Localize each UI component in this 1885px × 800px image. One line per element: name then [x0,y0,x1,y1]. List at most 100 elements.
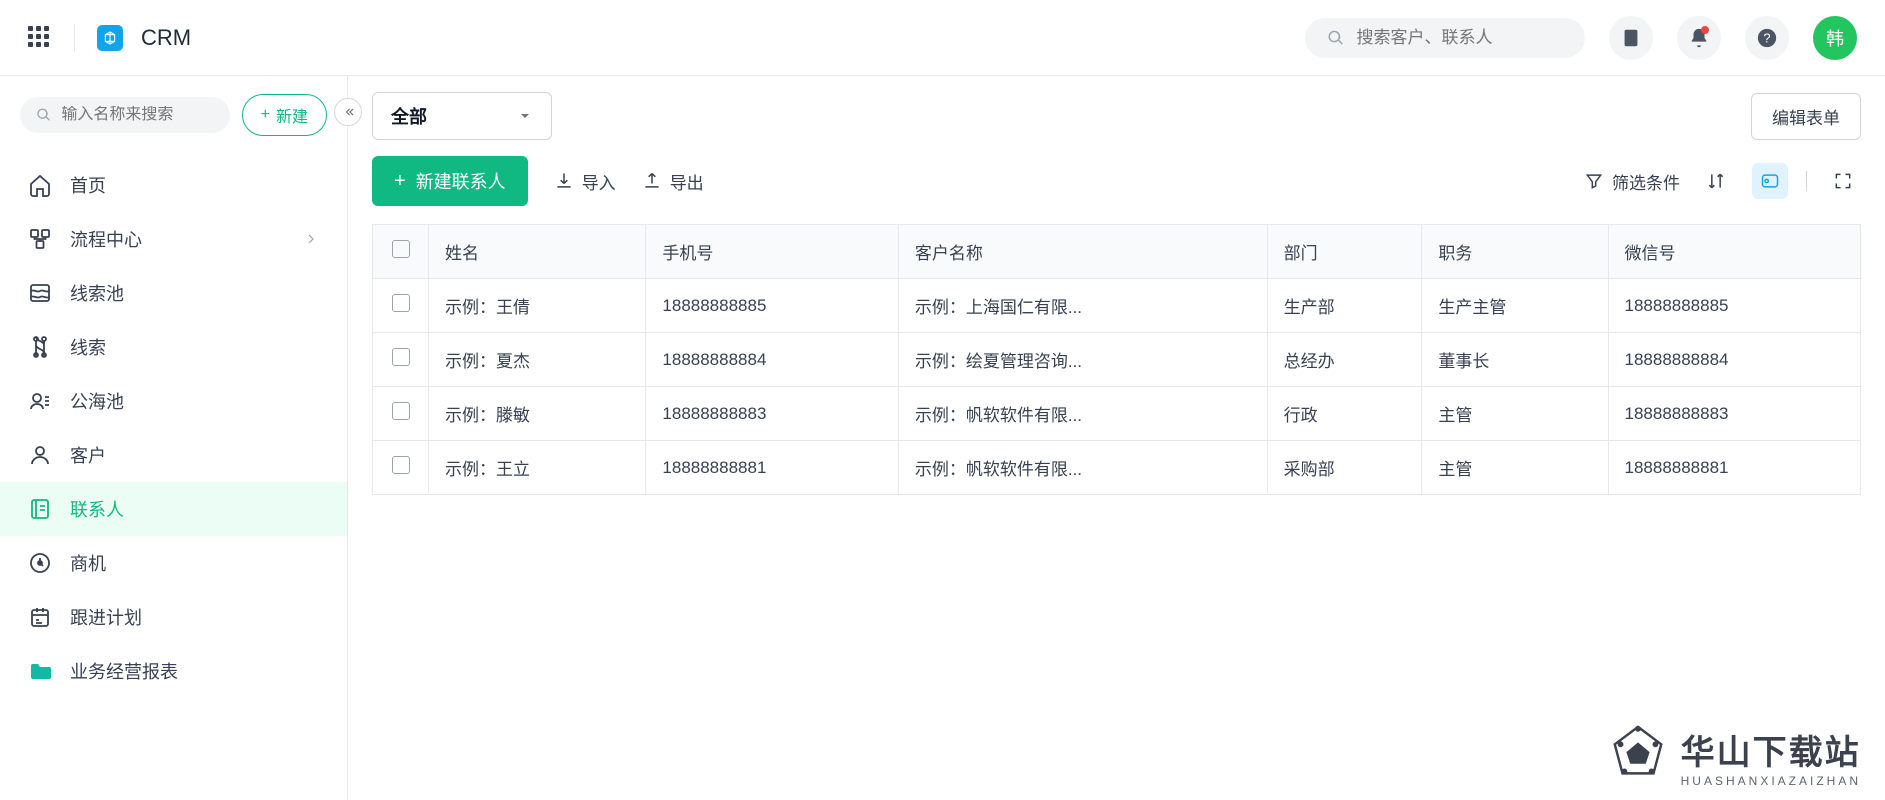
new-contact-label: 新建联系人 [416,168,506,194]
filter-icon [1584,171,1604,191]
filter-label: 筛选条件 [1612,169,1680,194]
bell-icon[interactable] [1677,16,1721,60]
apps-grid-icon[interactable] [28,26,52,50]
flow-icon [28,227,52,251]
docs-icon[interactable] [1609,16,1653,60]
column-header[interactable]: 客户名称 [898,225,1267,279]
cell-customer: 示例：帆软软件有限... [898,441,1267,495]
content-top: 全部 编辑表单 [348,76,1885,156]
sea-icon [28,389,52,413]
cell-phone: 18888888885 [646,279,898,333]
sidebar-item-flow[interactable]: 流程中心 [0,212,347,266]
checkbox[interactable] [392,402,410,420]
new-contact-button[interactable]: + 新建联系人 [372,156,528,206]
filter-dropdown[interactable]: 全部 [372,92,552,140]
sidebar-search[interactable] [20,97,230,133]
checkbox[interactable] [392,456,410,474]
sidebar-collapse-button[interactable] [334,98,362,126]
home-icon [28,173,52,197]
export-button[interactable]: 导出 [642,169,704,194]
select-all-header[interactable] [373,225,429,279]
row-select[interactable] [373,279,429,333]
column-header[interactable]: 职务 [1422,225,1608,279]
fullscreen-button[interactable] [1825,163,1861,199]
cell-wechat: 18888888881 [1608,441,1861,495]
customer-icon [28,443,52,467]
row-select[interactable] [373,333,429,387]
plus-icon: + [394,170,406,193]
filter-button[interactable]: 筛选条件 [1584,169,1680,194]
cell-phone: 18888888884 [646,333,898,387]
divider [1806,171,1807,191]
plan-icon [28,605,52,629]
table-row[interactable]: 示例：夏杰 18888888884 示例：绘夏管理咨询... 总经办 董事长 1… [373,333,1861,387]
cell-title: 主管 [1422,387,1608,441]
cell-wechat: 18888888885 [1608,279,1861,333]
lead-icon [28,335,52,359]
svg-text:?: ? [1763,30,1770,45]
checkbox[interactable] [392,294,410,312]
cell-wechat: 18888888883 [1608,387,1861,441]
download-icon [554,171,574,191]
folder-icon [28,659,52,683]
sidebar-item-label: 首页 [70,172,106,198]
app-logo-icon [97,25,123,51]
column-header[interactable]: 姓名 [429,225,646,279]
sidebar-search-input[interactable] [61,106,213,124]
toolbar-right: 筛选条件 [1584,163,1861,199]
plus-icon: + [261,106,270,124]
sidebar-item-contact[interactable]: 联系人 [0,482,347,536]
nav-list: 首页 流程中心 线索池 线索 公海池 客户 联系人 商机 跟进计划 业务经营报表 [0,154,347,800]
table-row[interactable]: 示例：王倩 18888888885 示例：上海国仁有限... 生产部 生产主管 … [373,279,1861,333]
table-row[interactable]: 示例：王立 18888888881 示例：帆软软件有限... 采购部 主管 18… [373,441,1861,495]
sidebar-item-home[interactable]: 首页 [0,158,347,212]
header-left: CRM [28,24,191,52]
sort-icon [1706,171,1726,191]
table-wrap: 姓名手机号客户名称部门职务微信号 示例：王倩 18888888885 示例：上海… [348,224,1885,800]
contact-icon [28,497,52,521]
edit-form-button[interactable]: 编辑表单 [1751,93,1861,140]
cell-customer: 示例：上海国仁有限... [898,279,1267,333]
help-icon[interactable]: ? [1745,16,1789,60]
sidebar-item-pool[interactable]: 线索池 [0,266,347,320]
sidebar-item-lead[interactable]: 线索 [0,320,347,374]
row-select[interactable] [373,441,429,495]
notification-dot [1701,26,1709,34]
header: CRM ? 韩 [0,0,1885,76]
sort-button[interactable] [1698,163,1734,199]
new-button[interactable]: + 新建 [242,94,327,136]
checkbox[interactable] [392,348,410,366]
import-button[interactable]: 导入 [554,169,616,194]
row-select[interactable] [373,387,429,441]
column-header[interactable]: 微信号 [1608,225,1861,279]
column-header[interactable]: 部门 [1267,225,1422,279]
sidebar-item-label: 公海池 [70,388,124,414]
checkbox[interactable] [392,240,410,258]
global-search[interactable] [1305,18,1585,58]
sidebar-item-customer[interactable]: 客户 [0,428,347,482]
sidebar-top: + 新建 [0,76,347,154]
watermark-sub: HUASHANXIAZAIZHAN [1681,774,1861,788]
sidebar-item-label: 业务经营报表 [70,658,178,684]
avatar[interactable]: 韩 [1813,16,1857,60]
cell-customer: 示例：帆软软件有限... [898,387,1267,441]
global-search-input[interactable] [1357,28,1564,48]
column-header[interactable]: 手机号 [646,225,898,279]
search-icon [36,106,51,124]
table-row[interactable]: 示例：滕敏 18888888883 示例：帆软软件有限... 行政 主管 188… [373,387,1861,441]
watermark-logo-icon [1607,723,1669,790]
card-view-button[interactable] [1752,163,1788,199]
cell-dept: 总经办 [1267,333,1422,387]
sidebar-item-plan[interactable]: 跟进计划 [0,590,347,644]
sidebar-item-folder[interactable]: 业务经营报表 [0,644,347,698]
sidebar: + 新建 首页 流程中心 线索池 线索 公海池 客户 联系人 商机 跟进计划 业… [0,76,348,800]
chevron-down-icon [517,108,533,124]
cell-dept: 采购部 [1267,441,1422,495]
cell-phone: 18888888883 [646,387,898,441]
sidebar-item-sea[interactable]: 公海池 [0,374,347,428]
sidebar-item-label: 流程中心 [70,226,142,252]
card-icon [1760,171,1780,191]
sidebar-item-label: 联系人 [70,496,124,522]
cell-phone: 18888888881 [646,441,898,495]
sidebar-item-opportunity[interactable]: 商机 [0,536,347,590]
